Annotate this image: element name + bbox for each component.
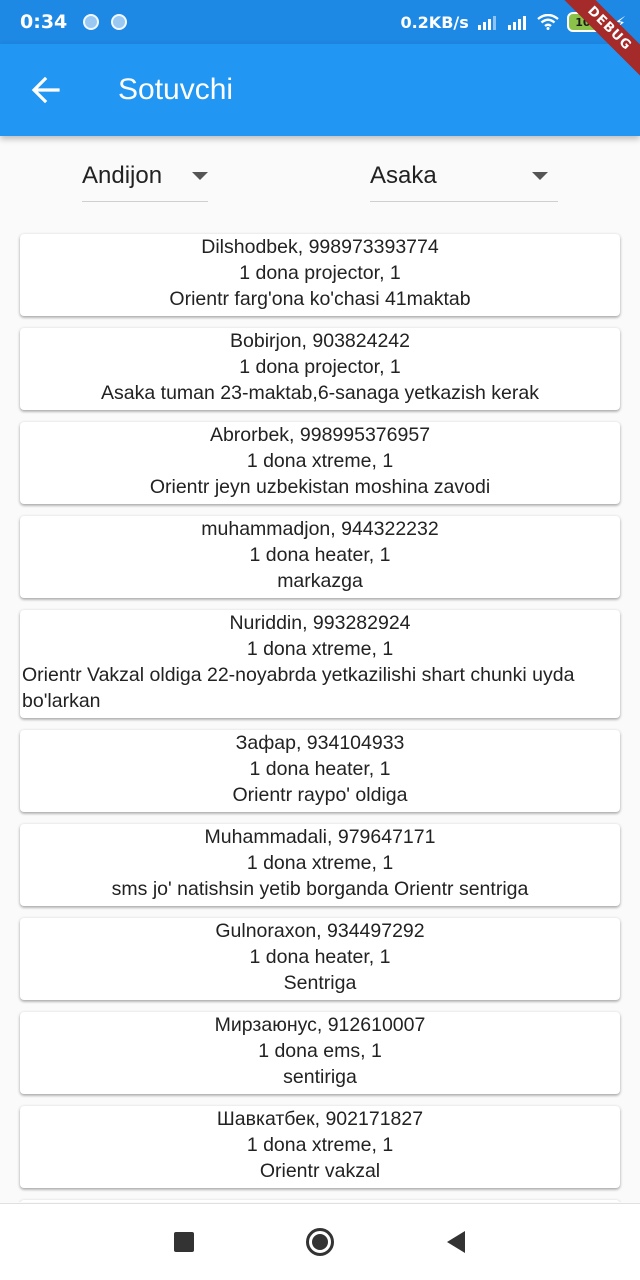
- order-address: sms jo' natishsin yetib borganda Orientr…: [111, 878, 529, 900]
- order-header: Зафар, 934104933: [235, 732, 405, 754]
- order-card[interactable]: Nuriddin, 993282924 1 dona xtreme, 1 Orien…: [20, 610, 620, 718]
- dropdown-caret-icon: [192, 171, 208, 180]
- order-card[interactable]: Dilshodbek, 998973393774 1 dona projector…: [20, 234, 620, 316]
- order-card[interactable]: Abrorbek, 998995376957 1 dona xtreme, 1 Or…: [20, 422, 620, 504]
- order-header: Dilshodbek, 998973393774: [201, 236, 439, 258]
- order-card[interactable]: muhammadjon, 944322232 1 dona heater, 1 ma…: [20, 516, 620, 598]
- order-header: Шавкатбек, 902171827: [216, 1108, 424, 1130]
- app-bar: Sotuvchi: [0, 44, 640, 136]
- order-product: 1 dona projector, 1: [239, 262, 401, 284]
- order-address: Orientr raypo' oldiga: [232, 784, 408, 806]
- order-product: 1 dona xtreme, 1: [246, 1134, 394, 1156]
- circle-home-icon: [306, 1228, 334, 1256]
- square-icon: [174, 1232, 194, 1252]
- order-card[interactable]: Мирзаюнус, 912610007 1 dona ems, 1 sentiri…: [20, 1012, 620, 1094]
- order-address: Orientr farg'ona ko'chasi 41maktab: [169, 288, 471, 310]
- order-header: Javohirbek , 997830505: [22, 1200, 618, 1202]
- signal-icon: [477, 16, 496, 30]
- order-address: Orientr vakzal: [259, 1160, 381, 1182]
- system-nav-bar: [0, 1203, 640, 1280]
- order-header: Muhammadali, 979647171: [204, 826, 436, 848]
- region-value: Andijon: [82, 161, 163, 189]
- order-address: Sentriga: [283, 972, 357, 994]
- order-product: 1 dona heater, 1: [249, 758, 391, 780]
- order-header: Abrorbek, 998995376957: [209, 424, 431, 446]
- city-value: Asaka: [370, 161, 437, 189]
- order-header: muhammadjon, 944322232: [201, 518, 439, 540]
- recents-button[interactable]: [116, 1232, 252, 1252]
- order-list[interactable]: Dilshodbek, 998973393774 1 dona projector…: [0, 226, 640, 1202]
- notification-dot-icon: [111, 14, 128, 30]
- order-address: markazga: [277, 570, 363, 592]
- status-bar: 0:34 0.2KB/s 100 ⚡: [0, 0, 640, 44]
- order-card[interactable]: Javohirbek , 997830505: [20, 1200, 620, 1202]
- back-button[interactable]: [0, 44, 92, 136]
- order-header: Gulnoraxon, 934497292: [215, 920, 425, 942]
- network-speed: 0.2KB/s: [400, 12, 469, 32]
- notification-dot-icon: [83, 14, 100, 30]
- order-card[interactable]: Muhammadali, 979647171 1 dona xtreme, 1 sm…: [20, 824, 620, 906]
- order-product: 1 dona heater, 1: [249, 544, 391, 566]
- region-dropdown[interactable]: Andijon: [82, 150, 208, 202]
- home-button[interactable]: [252, 1228, 388, 1256]
- order-product: 1 dona xtreme, 1: [246, 852, 394, 874]
- order-header: Мирзаюнус, 912610007: [214, 1014, 426, 1036]
- order-address: sentiriga: [283, 1066, 357, 1088]
- dropdown-caret-icon: [532, 171, 548, 180]
- notification-icons: [83, 14, 128, 30]
- order-product: 1 dona heater, 1: [249, 946, 391, 968]
- order-card[interactable]: Bobirjon, 903824242 1 dona projector, 1 As…: [20, 328, 620, 410]
- city-dropdown[interactable]: Asaka: [370, 150, 558, 202]
- order-card[interactable]: Зафар, 934104933 1 dona heater, 1 Orientr …: [20, 730, 620, 812]
- order-product: 1 dona xtreme, 1: [246, 638, 394, 660]
- status-time: 0:34: [20, 11, 68, 33]
- filter-bar: Andijon Asaka: [0, 150, 640, 202]
- nav-back-button[interactable]: [388, 1231, 524, 1253]
- order-address: Orientr Vakzal oldiga 22-noyabrda yetkaz…: [22, 664, 575, 712]
- signal-icon: [507, 16, 526, 30]
- triangle-back-icon: [447, 1231, 465, 1253]
- order-product: 1 dona ems, 1: [258, 1040, 382, 1062]
- order-address: Asaka tuman 23-maktab,6-sanaga yetkazish…: [101, 382, 539, 404]
- order-card[interactable]: Gulnoraxon, 934497292 1 dona heater, 1 Sen…: [20, 918, 620, 1000]
- order-product: 1 dona projector, 1: [239, 356, 401, 378]
- wifi-icon: [537, 14, 559, 30]
- order-card[interactable]: Шавкатбек, 902171827 1 dona xtreme, 1 Orie…: [20, 1106, 620, 1188]
- order-header: Bobirjon, 903824242: [230, 330, 410, 352]
- order-product: 1 dona xtreme, 1: [246, 450, 394, 472]
- arrow-left-icon: [31, 76, 60, 104]
- page-title: Sotuvchi: [118, 73, 234, 106]
- order-header: Nuriddin, 993282924: [229, 612, 411, 634]
- order-address: Orientr jeyn uzbekistan moshina zavodi: [149, 476, 491, 498]
